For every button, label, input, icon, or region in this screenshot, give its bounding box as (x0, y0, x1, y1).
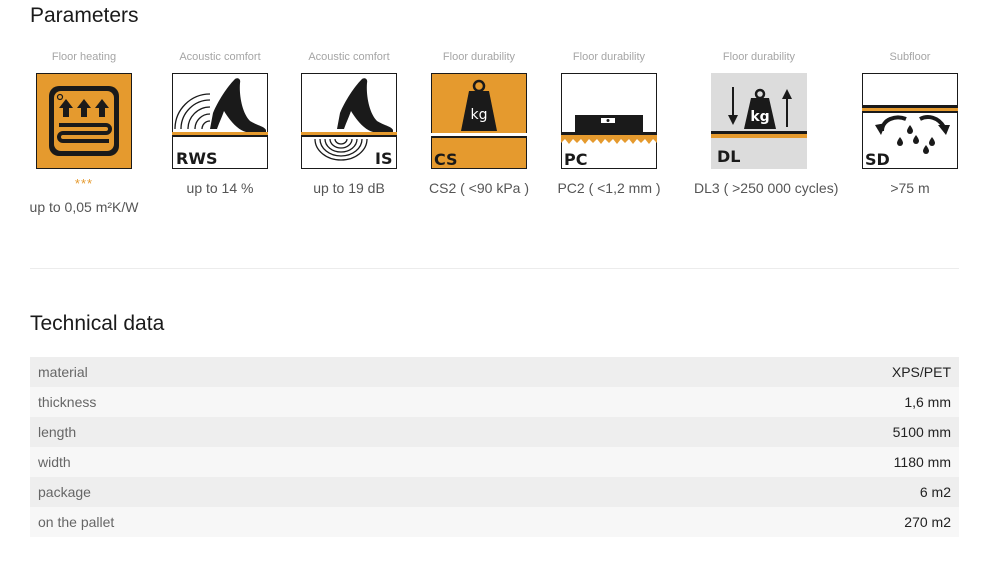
table-row: package 6 m2 (30, 477, 959, 507)
dl-label: DL (717, 147, 740, 166)
param-value: PC2 ( <1,2 mm ) (557, 180, 661, 196)
table-row: on the pallet 270 m2 (30, 507, 959, 537)
parameters-grid: Floor heating *** up to 0,05 m²K/W Acous… (0, 0, 1000, 240)
row-key: material (38, 364, 88, 380)
param-caption: Floor durability (572, 51, 646, 63)
row-value: 5100 mm (892, 424, 951, 440)
row-value: XPS/PET (891, 364, 951, 380)
param-caption: Floor durability (722, 51, 796, 63)
param-caption: Floor heating (51, 51, 117, 63)
section-divider (30, 268, 959, 269)
row-key: thickness (38, 394, 97, 410)
table-row: width 1180 mm (30, 447, 959, 477)
table-row: length 5100 mm (30, 417, 959, 447)
is-label: IS (375, 149, 392, 168)
param-caption: Floor durability (442, 51, 516, 63)
rws-label: RWS (176, 149, 218, 168)
param-caption: Acoustic comfort (308, 51, 390, 63)
param-subfloor-sd: Subfloor SD >75 m (845, 50, 975, 196)
param-caption: Acoustic comfort (179, 51, 261, 63)
table-row: thickness 1,6 mm (30, 387, 959, 417)
is-icon: IS (301, 73, 397, 169)
param-caption: Subfloor (889, 51, 931, 63)
param-value: DL3 ( >250 000 cycles) (694, 180, 839, 196)
row-key: length (38, 424, 77, 440)
param-value: up to 14 % (186, 180, 254, 196)
rating-stars: *** (74, 176, 94, 191)
page: Parameters Floor heating *** up to 0,05 … (0, 0, 1000, 570)
row-key: package (38, 484, 91, 500)
technical-data-title: Technical data (30, 312, 165, 335)
floor-heating-icon (36, 73, 132, 169)
param-value: up to 19 dB (313, 180, 385, 196)
param-value: >75 m (890, 180, 930, 196)
pc-label: PC (564, 150, 587, 169)
param-durability-dl: Floor durability kg DL DL3 ( >250 000 cy… (694, 50, 839, 196)
row-value: 6 m2 (919, 484, 951, 500)
param-value: CS2 ( <90 kPa ) (429, 180, 529, 196)
param-value: up to 0,05 m²K/W (29, 199, 139, 215)
technical-data-table: material XPS/PET thickness 1,6 mm length… (30, 357, 959, 537)
table-row: material XPS/PET (30, 357, 959, 387)
row-value: 1,6 mm (904, 394, 951, 410)
rws-icon: RWS (172, 73, 268, 169)
cs-icon: kg CS (431, 73, 527, 169)
weight-label: kg (750, 109, 769, 125)
sd-icon: SD (862, 73, 958, 169)
pc-icon: PC (561, 73, 657, 169)
param-durability-pc: Floor durability PC PC2 ( <1,2 mm ) (544, 50, 674, 196)
row-key: on the pallet (38, 514, 115, 530)
sd-label: SD (865, 150, 890, 169)
weight-label: kg (471, 107, 488, 123)
row-value: 1180 mm (893, 454, 951, 470)
row-key: width (38, 454, 71, 470)
dl-icon: kg DL (711, 73, 807, 169)
param-floor-heating: Floor heating *** up to 0,05 m²K/W (19, 50, 149, 215)
param-durability-cs: Floor durability kg CS CS2 ( <90 kPa ) (414, 50, 544, 196)
param-acoustic-rws: Acoustic comfort RWS up to 14 % (155, 50, 285, 196)
param-acoustic-is: Acoustic comfort IS up to 19 dB (284, 50, 414, 196)
cs-label: CS (434, 150, 458, 169)
row-value: 270 m2 (904, 514, 951, 530)
